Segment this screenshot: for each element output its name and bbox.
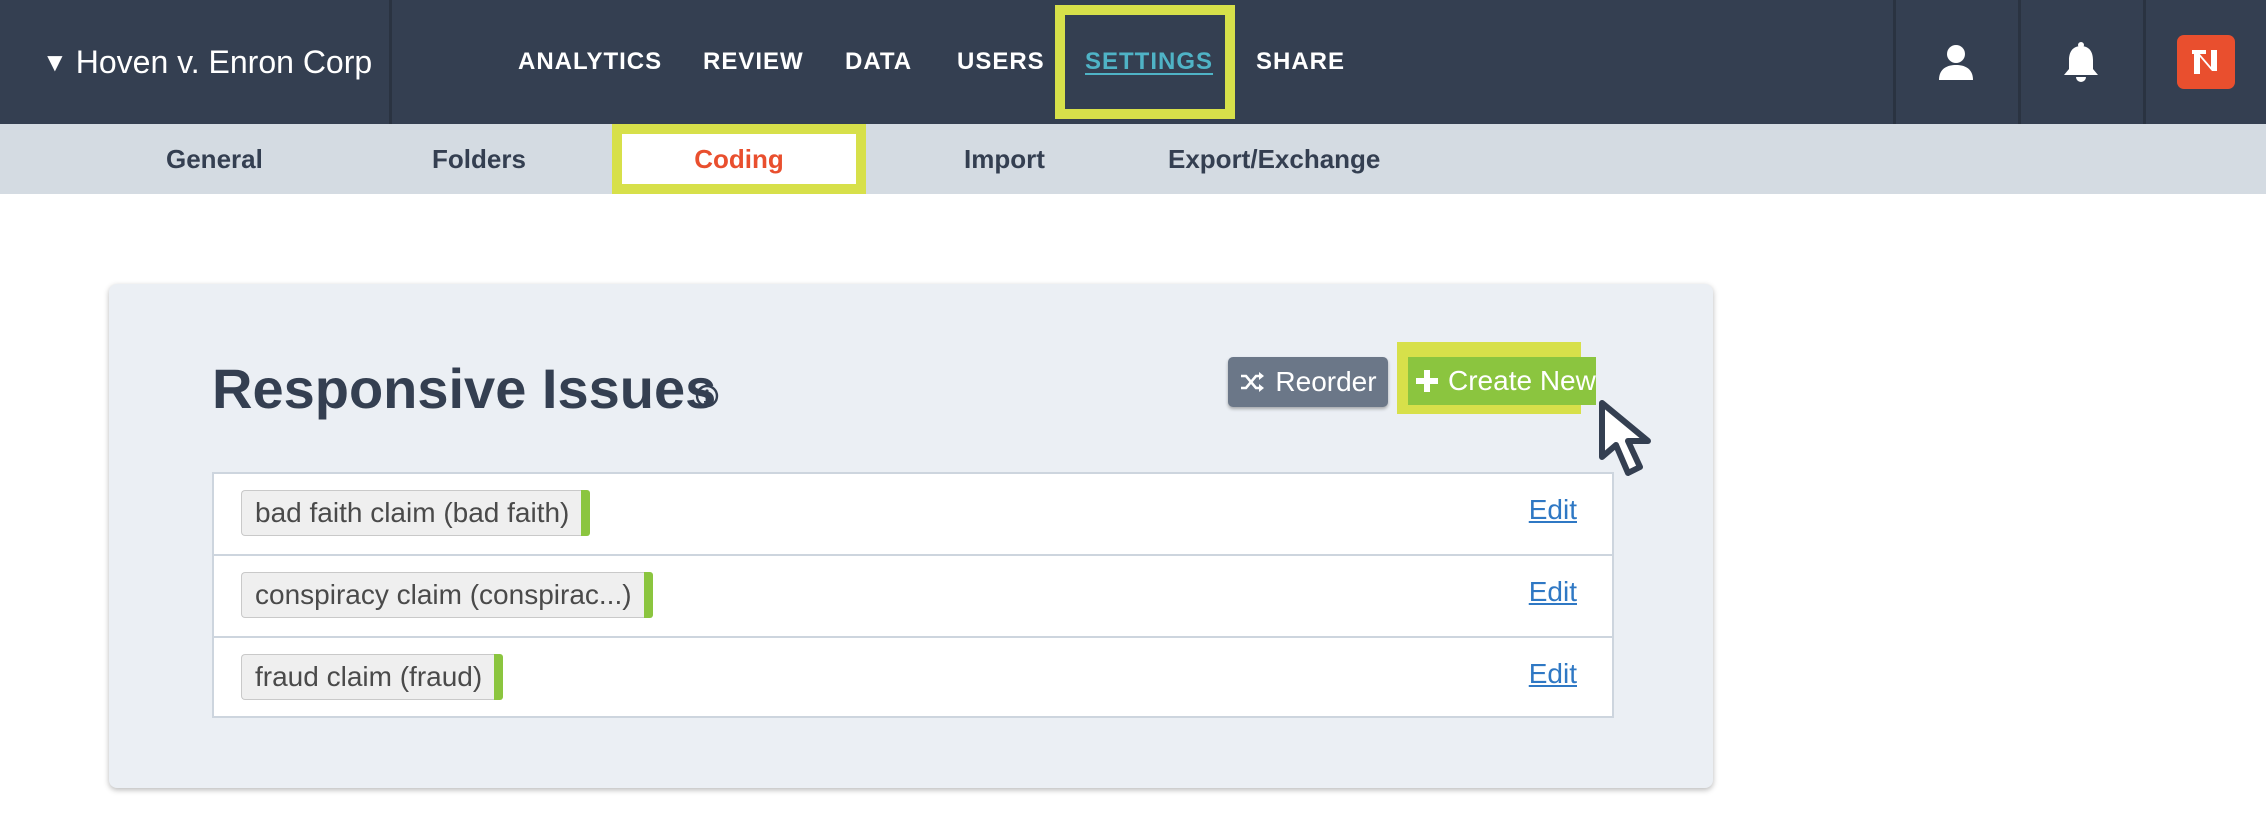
nav-analytics[interactable]: ANALYTICS (518, 0, 662, 124)
nav-settings[interactable]: SETTINGS (1085, 0, 1213, 124)
list-item: bad faith claim (bad faith) Edit (214, 474, 1612, 556)
app-logo-box[interactable] (2143, 0, 2265, 124)
nav-share[interactable]: SHARE (1256, 0, 1345, 124)
user-menu-button[interactable] (1893, 0, 2015, 124)
page-title: Responsive Issues (212, 357, 717, 420)
subnav-import[interactable]: Import (964, 124, 1045, 194)
create-new-label: Create New (1448, 365, 1596, 396)
mouse-cursor-icon (1599, 400, 1651, 476)
issue-tag: conspiracy claim (conspirac...) (241, 572, 653, 618)
subnav-export-exchange[interactable]: Export/Exchange (1168, 124, 1380, 194)
info-icon[interactable] (695, 384, 719, 408)
edit-link[interactable]: Edit (1529, 494, 1577, 526)
top-nav: ▼ Hoven v. Enron Corp ANALYTICS REVIEW D… (0, 0, 2266, 125)
subnav-folders[interactable]: Folders (432, 124, 526, 194)
caret-down-icon: ▼ (42, 46, 68, 77)
issues-list: bad faith claim (bad faith) Edit conspir… (212, 472, 1614, 718)
notifications-button[interactable] (2018, 0, 2140, 124)
shuffle-icon (1241, 372, 1265, 392)
reorder-button[interactable]: Reorder (1228, 357, 1388, 407)
settings-subnav: General Folders Import Export/Exchange (0, 124, 2266, 194)
create-new-button[interactable]: Create New (1408, 357, 1596, 405)
plus-icon (1416, 370, 1438, 392)
reorder-label: Reorder (1275, 366, 1377, 397)
list-item: conspiracy claim (conspirac...) Edit (214, 556, 1612, 638)
list-item: fraud claim (fraud) Edit (214, 638, 1612, 720)
responsive-issues-panel: Responsive Issues Reorder Create New bad… (109, 284, 1713, 788)
edit-link[interactable]: Edit (1529, 576, 1577, 608)
user-icon (1938, 45, 1973, 80)
subnav-coding[interactable]: Coding (612, 124, 866, 194)
subnav-general[interactable]: General (166, 124, 263, 194)
issue-tag: bad faith claim (bad faith) (241, 490, 591, 536)
bell-icon (2063, 42, 2098, 82)
nav-data[interactable]: DATA (845, 0, 912, 124)
nav-users[interactable]: USERS (957, 0, 1045, 124)
issue-tag: fraud claim (fraud) (241, 654, 504, 700)
edit-link[interactable]: Edit (1529, 658, 1577, 690)
project-name: Hoven v. Enron Corp (75, 43, 373, 80)
project-selector[interactable]: ▼ Hoven v. Enron Corp (6, 0, 392, 124)
nav-review[interactable]: REVIEW (703, 0, 804, 124)
nexlp-logo-icon (2176, 35, 2235, 89)
